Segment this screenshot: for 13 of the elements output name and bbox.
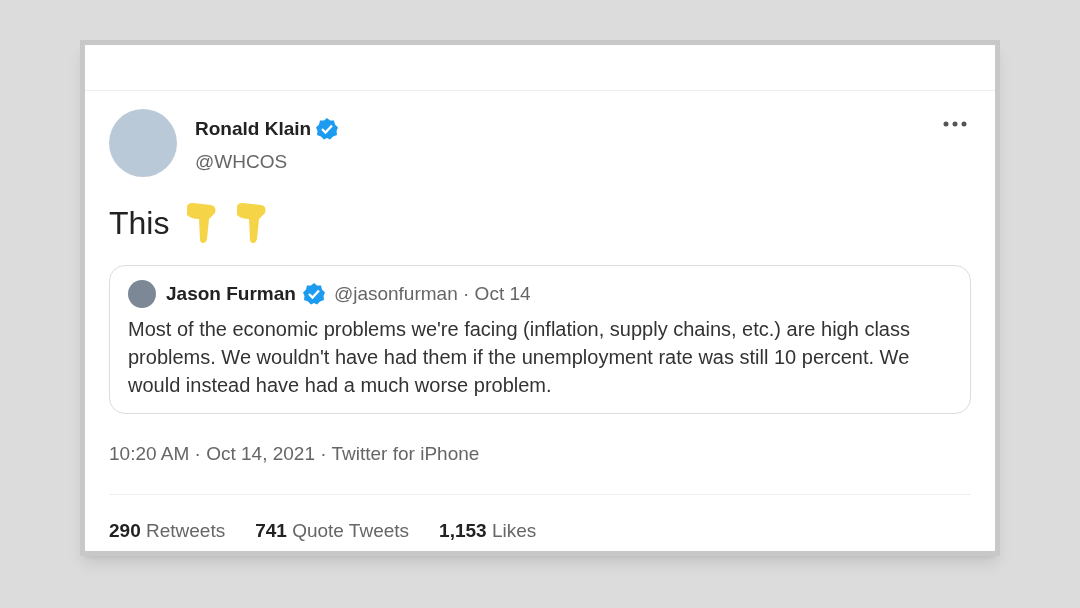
author-name[interactable]: Ronald Klain bbox=[195, 115, 312, 144]
quoted-tweet[interactable] bbox=[109, 265, 971, 414]
more-options-icon[interactable] bbox=[943, 121, 967, 127]
engagement-count[interactable]: 741 Quote Tweets bbox=[255, 517, 410, 546]
author-handle[interactable]: @WHCOS bbox=[195, 147, 340, 176]
quoted-tweet-text: Most of the economic problems we're facing (inflation, supply chains, etc.) are high class problems. We wouldn't have had them if the unemployment rate was still 10 percent. We would instead have had a much worse problem. bbox=[128, 316, 911, 398]
tweet-text: This bbox=[109, 204, 170, 243]
quoted-avatar[interactable] bbox=[128, 280, 156, 309]
quoted-author-name[interactable]: Jason Furman bbox=[166, 280, 296, 309]
engagement-count[interactable]: 1,153 Likes bbox=[439, 517, 537, 546]
engagement-count[interactable]: 290 Retweets bbox=[109, 517, 226, 546]
quoted-handle-date: @jasonfurman · Oct 14 bbox=[333, 282, 531, 306]
tweet-timestamp[interactable]: 10:20 AM · Oct 14, 2021 · Twitter for iPhone bbox=[85, 439, 995, 468]
